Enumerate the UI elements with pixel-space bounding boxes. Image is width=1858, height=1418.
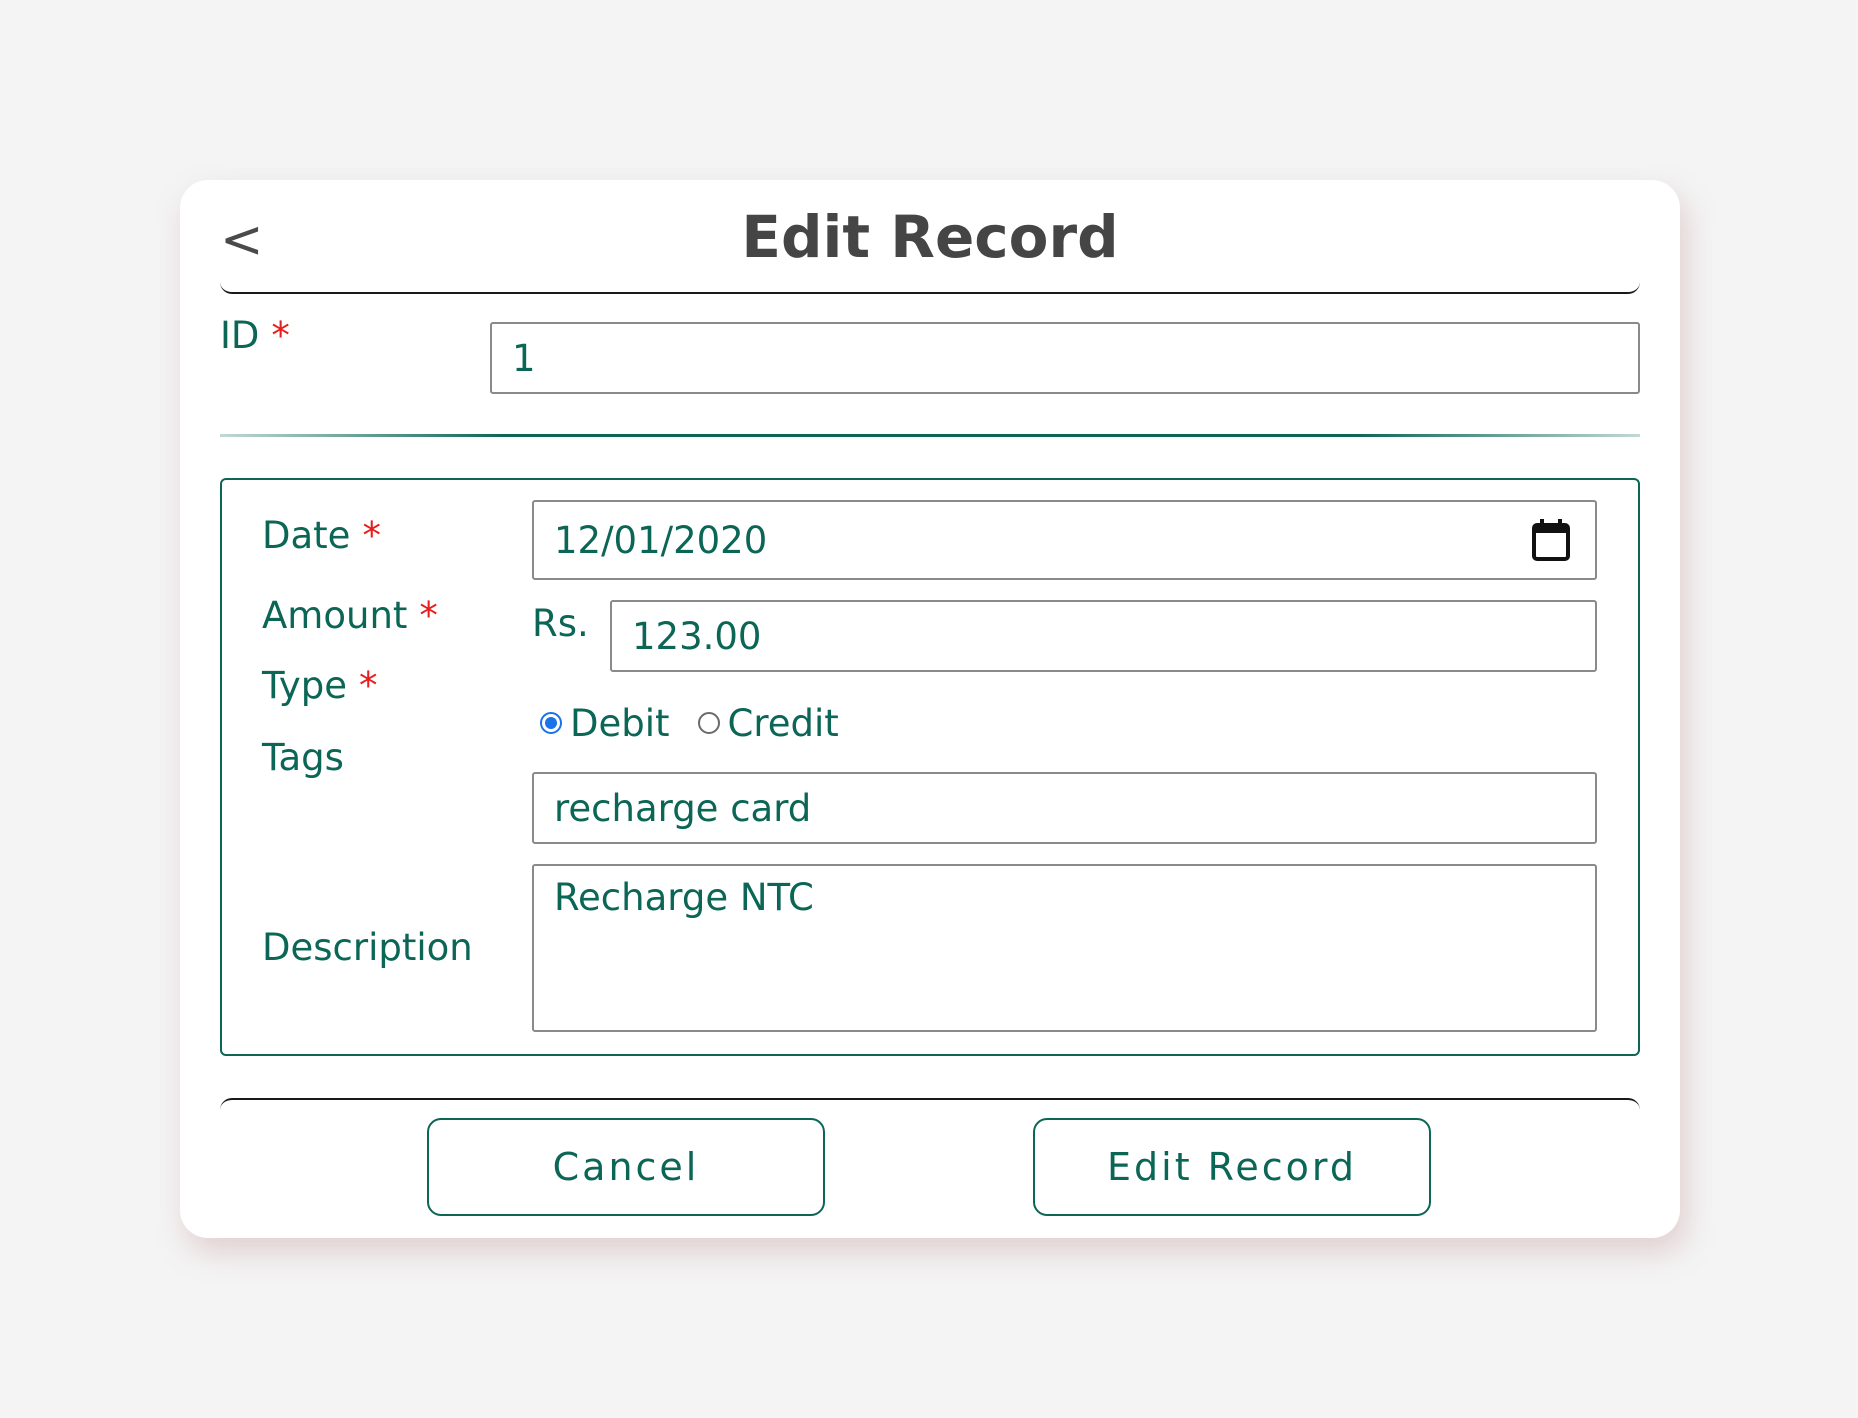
credit-radio-label[interactable]: Credit xyxy=(728,702,839,745)
description-textarea[interactable]: Recharge NTC xyxy=(532,864,1597,1032)
header-divider xyxy=(220,278,1640,294)
tags-label: Tags xyxy=(262,736,344,779)
type-label-row: Type * xyxy=(262,664,377,708)
debit-radio-label[interactable]: Debit xyxy=(570,702,670,745)
id-input[interactable]: 1 xyxy=(490,322,1640,394)
edit-record-button[interactable]: Edit Record xyxy=(1033,1118,1431,1216)
credit-radio[interactable] xyxy=(697,712,720,734)
id-label-row: ID * xyxy=(220,314,290,358)
amount-label-row: Amount * xyxy=(262,594,438,638)
page-title: Edit Record xyxy=(741,203,1119,271)
date-label: Date xyxy=(262,514,351,557)
date-value: 12/01/2020 xyxy=(554,518,768,562)
edit-record-card: < Edit Record ID * 1 Date * 12/01/2020 Amo… xyxy=(180,180,1680,1238)
type-required-mark: * xyxy=(358,664,378,707)
date-label-row: Date * xyxy=(262,514,381,558)
id-required-mark: * xyxy=(271,314,290,357)
amount-required-mark: * xyxy=(419,594,438,637)
amount-input[interactable]: 123.00 xyxy=(610,600,1597,672)
section-divider xyxy=(220,434,1640,437)
type-label: Type xyxy=(262,664,347,707)
id-label: ID xyxy=(220,314,260,357)
description-label: Description xyxy=(262,926,473,969)
amount-label: Amount xyxy=(262,594,408,637)
calendar-icon[interactable] xyxy=(1531,518,1571,562)
footer-divider xyxy=(220,1098,1640,1114)
type-radio-group: Debit Credit xyxy=(540,698,867,748)
record-details-fieldset: Date * 12/01/2020 Amount * Rs. 123.00 Type… xyxy=(220,478,1640,1056)
tags-input[interactable]: recharge card xyxy=(532,772,1597,844)
date-input[interactable]: 12/01/2020 xyxy=(532,500,1597,580)
debit-radio[interactable] xyxy=(540,712,562,734)
date-required-mark: * xyxy=(362,514,381,557)
currency-prefix: Rs. xyxy=(532,602,589,645)
cancel-button[interactable]: Cancel xyxy=(427,1118,825,1216)
